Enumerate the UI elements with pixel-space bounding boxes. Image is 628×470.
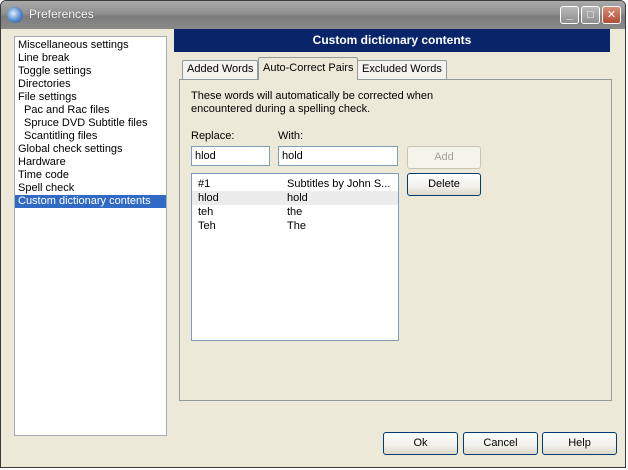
help-button[interactable]: Help <box>542 432 617 455</box>
close-button[interactable]: ✕ <box>602 6 621 24</box>
ok-button[interactable]: Ok <box>383 432 458 455</box>
with-cell: the <box>287 206 303 218</box>
replace-label: Replace: <box>191 130 235 142</box>
nav-item-pac-rac-files[interactable]: Pac and Rac files <box>15 104 166 117</box>
nav-item-hardware[interactable]: Hardware <box>15 156 166 169</box>
nav-item-spruce-dvd-subtitle-files[interactable]: Spruce DVD Subtitle files <box>15 117 166 130</box>
nav-item-scantitling-files[interactable]: Scantitling files <box>15 130 166 143</box>
with-cell: The <box>287 220 306 232</box>
nav-item-directories[interactable]: Directories <box>15 78 166 91</box>
nav-item-global-check-settings[interactable]: Global check settings <box>15 143 166 156</box>
minimize-button[interactable]: _ <box>560 6 579 24</box>
list-item[interactable]: hlod hold <box>192 191 398 205</box>
list-item[interactable]: Teh The <box>192 219 398 233</box>
auto-correct-pairs-list[interactable]: #1 Subtitles by John S... hlod hold teh … <box>191 173 399 341</box>
with-cell: Subtitles by John S... <box>287 178 391 190</box>
title-bar[interactable]: Preferences _ □ ✕ <box>1 1 625 29</box>
nav-item-file-settings[interactable]: File settings <box>15 91 166 104</box>
replace-cell: hlod <box>198 192 219 204</box>
preferences-window: Preferences _ □ ✕ Miscellaneous settings… <box>0 0 626 468</box>
list-item[interactable]: teh the <box>192 205 398 219</box>
nav-item-custom-dictionary-contents[interactable]: Custom dictionary contents <box>15 195 166 208</box>
nav-item-spell-check[interactable]: Spell check <box>15 182 166 195</box>
replace-cell: #1 <box>198 178 211 190</box>
with-cell: hold <box>287 192 308 204</box>
nav-item-line-break[interactable]: Line break <box>15 52 166 65</box>
nav-item-time-code[interactable]: Time code <box>15 169 166 182</box>
replace-cell: Teh <box>198 220 216 232</box>
tab-auto-correct-pairs[interactable]: Auto-Correct Pairs <box>258 57 359 80</box>
dialog-body: Miscellaneous settings Line break Toggle… <box>4 29 622 465</box>
window-title: Preferences <box>29 7 94 21</box>
auto-correct-description: These words will automatically be correc… <box>191 90 434 115</box>
with-label: With: <box>278 130 304 142</box>
cancel-button[interactable]: Cancel <box>463 432 538 455</box>
settings-nav-list[interactable]: Miscellaneous settings Line break Toggle… <box>14 36 167 436</box>
maximize-button[interactable]: □ <box>581 6 600 24</box>
add-button[interactable]: Add <box>407 146 481 169</box>
nav-item-toggle-settings[interactable]: Toggle settings <box>15 65 166 78</box>
delete-button[interactable]: Delete <box>407 173 481 196</box>
list-item[interactable]: #1 Subtitles by John S... <box>192 177 398 191</box>
app-icon <box>7 7 23 23</box>
with-input[interactable]: hold <box>278 146 398 166</box>
replace-cell: teh <box>198 206 214 218</box>
tab-added-words[interactable]: Added Words <box>182 60 259 79</box>
nav-item-miscellaneous-settings[interactable]: Miscellaneous settings <box>15 39 166 52</box>
replace-input[interactable]: hlod <box>191 146 270 166</box>
tab-excluded-words[interactable]: Excluded Words <box>357 60 447 79</box>
panel-title: Custom dictionary contents <box>174 29 610 52</box>
